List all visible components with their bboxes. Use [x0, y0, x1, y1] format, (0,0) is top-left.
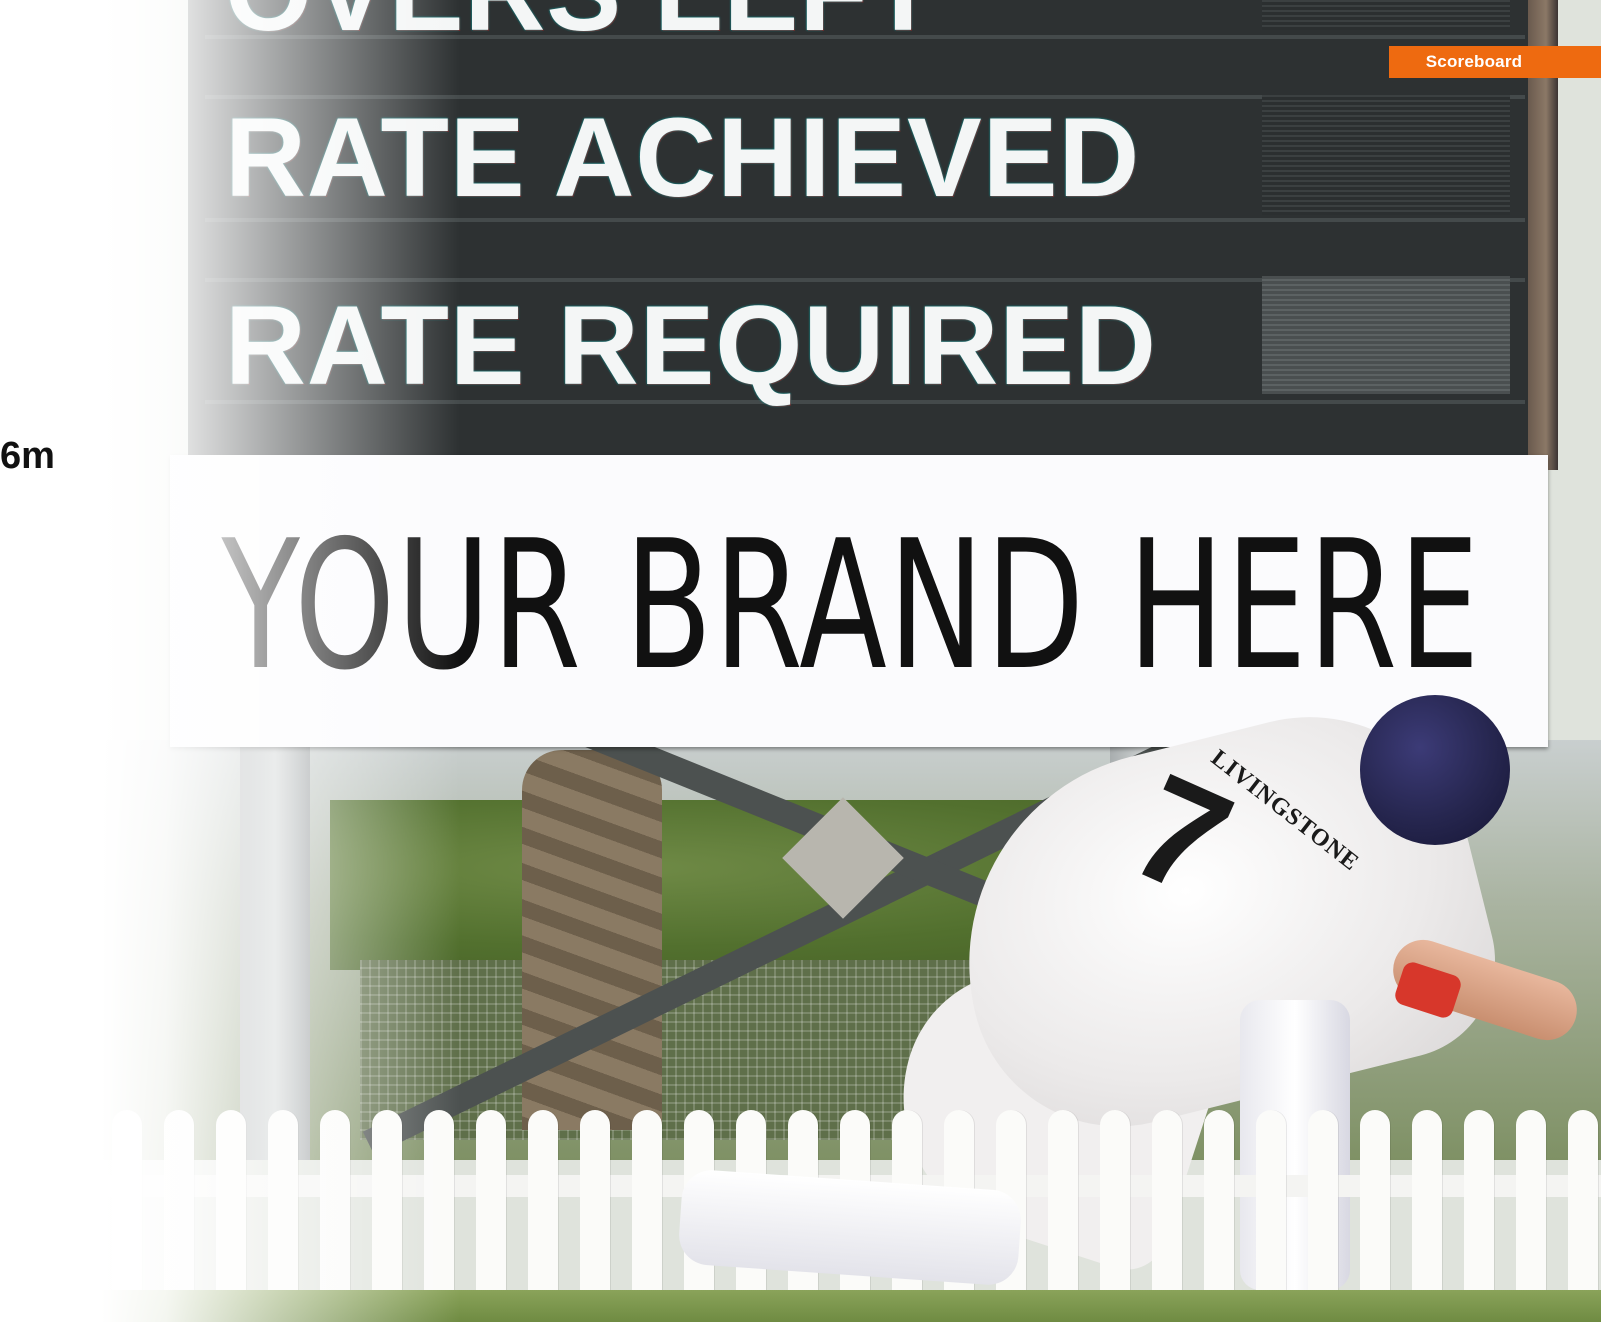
digit-panel	[1262, 0, 1510, 30]
white-fade-overlay	[0, 0, 460, 1322]
scoreboard-tag[interactable]: Scoreboard	[1389, 46, 1559, 78]
banner-text: YOUR BRAND HERE	[221, 501, 1482, 709]
photo-scene: OVERS LEFT RATE ACHIEVED RATE REQUIRED Y…	[0, 0, 1601, 1322]
tag-extension	[1559, 46, 1601, 78]
digit-panel	[1262, 95, 1510, 215]
helmet	[1360, 695, 1510, 845]
palm-trunk	[522, 750, 662, 1130]
digit-panel	[1262, 276, 1510, 394]
side-value: 6m	[0, 435, 55, 477]
